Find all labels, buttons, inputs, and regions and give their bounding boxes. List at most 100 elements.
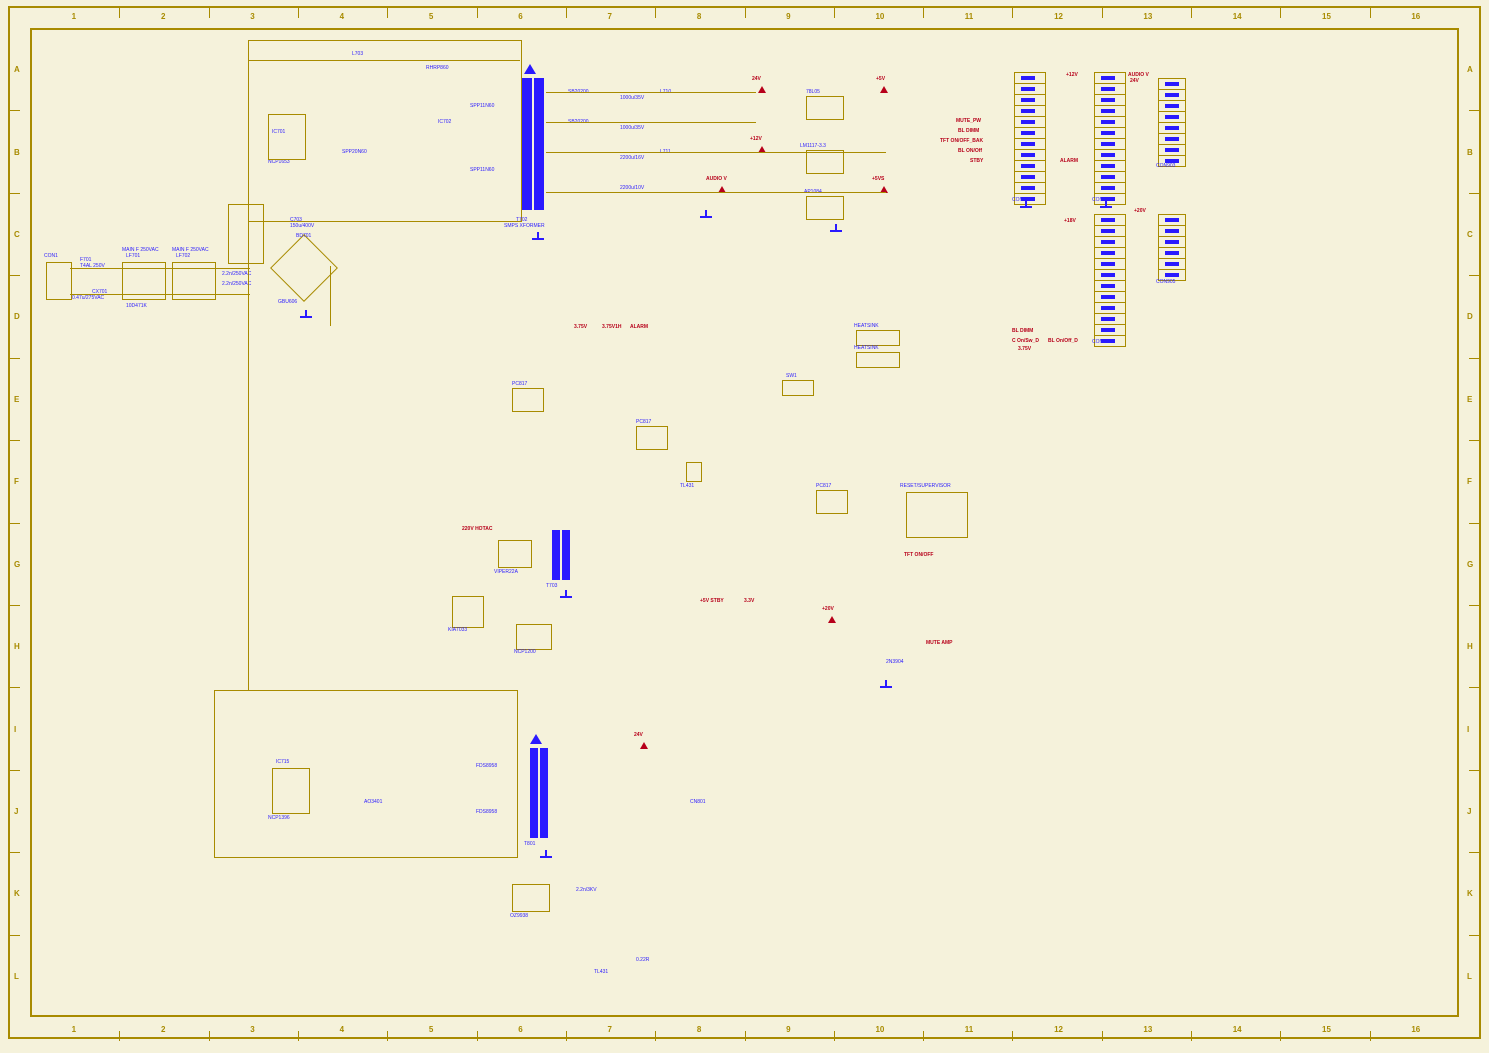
ruler-col-label: 10 [875, 1025, 884, 1034]
ruler-row-label: J [14, 807, 18, 816]
ruler-tick [1469, 110, 1479, 111]
con903-ref: CON903 [1156, 164, 1175, 170]
sw-ic [516, 624, 552, 650]
ruler-tick [1469, 440, 1479, 441]
ruler-col-label: 13 [1143, 12, 1152, 21]
oz9938-val: OZ9938 [510, 914, 528, 920]
emi1-ref: LF701 [126, 254, 140, 260]
varistor: 10D471K [126, 304, 147, 310]
inv-ic-val: NCP1396 [268, 816, 290, 822]
arrow-5v [880, 86, 888, 93]
net-5v: +5V [876, 76, 885, 82]
wire [546, 152, 886, 153]
ruler-col-label: 11 [965, 12, 973, 21]
net-375v: 3.75V [574, 324, 587, 330]
ruler-tick [10, 770, 20, 771]
ruler-tick [298, 8, 299, 18]
ruler-tick [209, 8, 210, 18]
ruler-tick [566, 1031, 567, 1041]
mains-label: MAIN F 250VAC [122, 248, 159, 254]
ruler-tick [834, 8, 835, 18]
wire [248, 60, 520, 61]
stby-ic [498, 540, 532, 568]
ruler-tick [119, 8, 120, 18]
opto3-val: PC817 [816, 484, 831, 490]
ruler-tick [10, 275, 20, 276]
ruler-tick [745, 8, 746, 18]
stby-tx-ref: T703 [546, 584, 557, 590]
con904-ref: CON904 [1092, 340, 1111, 346]
c901-blon: BL ON/Off [958, 148, 982, 154]
supervisor [906, 492, 968, 538]
ruler-row-label: C [14, 230, 20, 239]
bulkc-val: 150u/400V [290, 224, 314, 230]
ruler-tick [10, 110, 20, 111]
ruler-row-label: F [14, 477, 19, 486]
gnd-icon [1020, 200, 1032, 210]
arrow-24v [758, 86, 766, 93]
main-tx-val: SMPS XFORMER [504, 224, 545, 230]
ruler-col-label: 16 [1411, 1025, 1420, 1034]
inv-tx-core [530, 748, 538, 838]
ruler-row-label: F [1467, 477, 1472, 486]
ruler-tick [119, 1031, 120, 1041]
ruler-tick [1469, 770, 1479, 771]
ruler-col-label: 9 [786, 12, 790, 21]
wire [248, 60, 249, 690]
pfc-ic-body [268, 114, 306, 160]
gnd-icon [830, 224, 842, 234]
ruler-col-label: 7 [608, 12, 612, 21]
stby-ic-val: VIPER22A [494, 570, 518, 576]
c903-audiov: AUDIO V [1128, 72, 1149, 78]
con904 [1094, 214, 1126, 347]
ruler-col-label: 8 [697, 1025, 701, 1034]
ruler-row-label: H [14, 642, 20, 651]
ruler-tick [1102, 8, 1103, 18]
ruler-tick [1469, 687, 1479, 688]
con905-ref: CON905 [1156, 280, 1175, 286]
bridge-val: GBU606 [278, 300, 297, 306]
net-audiov: AUDIO V [706, 176, 727, 182]
ruler-row-label: D [1467, 312, 1473, 321]
ruler-tick [1370, 1031, 1371, 1041]
stby-tx-core2 [562, 530, 570, 580]
ruler-col-label: 9 [786, 1025, 790, 1034]
ruler-tick [655, 8, 656, 18]
c901-bldimm: BL DIMM [958, 128, 979, 134]
ruler-tick [1280, 1031, 1281, 1041]
inv-ic [272, 768, 310, 814]
amp-mute-q: 2N3904 [886, 660, 904, 666]
gnd-icon [540, 850, 552, 860]
ruler-col-label: 2 [161, 1025, 165, 1034]
inv-fet1: FDS8958 [476, 764, 497, 770]
mute-amp-net: MUTE AMP [926, 640, 952, 646]
tl431-1-val: TL431 [680, 484, 694, 490]
ruler-col-label: 3 [250, 1025, 254, 1034]
ruler-row-label: H [1467, 642, 1473, 651]
mains2-label: MAIN F 250VAC [172, 248, 209, 254]
opto2-val: PC817 [512, 382, 527, 388]
ruler-tick [566, 8, 567, 18]
sup-tft: TFT ON/OFF [904, 552, 933, 558]
ruler-row-label: E [14, 395, 19, 404]
gnd-icon [700, 210, 712, 220]
c904-18v: +18V [1064, 218, 1076, 224]
con902 [1094, 72, 1126, 205]
wire [214, 690, 215, 856]
gnd-icon [300, 310, 312, 320]
ruler-tick [10, 193, 20, 194]
hv-cap: 2.2n/3KV [576, 888, 597, 894]
oz9938 [512, 884, 550, 912]
inv-tx-ref: T801 [524, 842, 535, 848]
ruler-row-label: E [1467, 395, 1472, 404]
con901 [1014, 72, 1046, 205]
gnd-icon [532, 232, 544, 242]
cy1: 2.2n/250VAC [222, 272, 251, 278]
net-24v: 24V [752, 76, 761, 82]
pfc-fet: SPP20N60 [342, 150, 367, 156]
main-fet1: SPP11N60 [470, 104, 494, 110]
ruler-tick [387, 1031, 388, 1041]
ruler-col-label: 14 [1233, 1025, 1242, 1034]
ruler-tick [1469, 358, 1479, 359]
inv-stage-box [214, 690, 518, 858]
